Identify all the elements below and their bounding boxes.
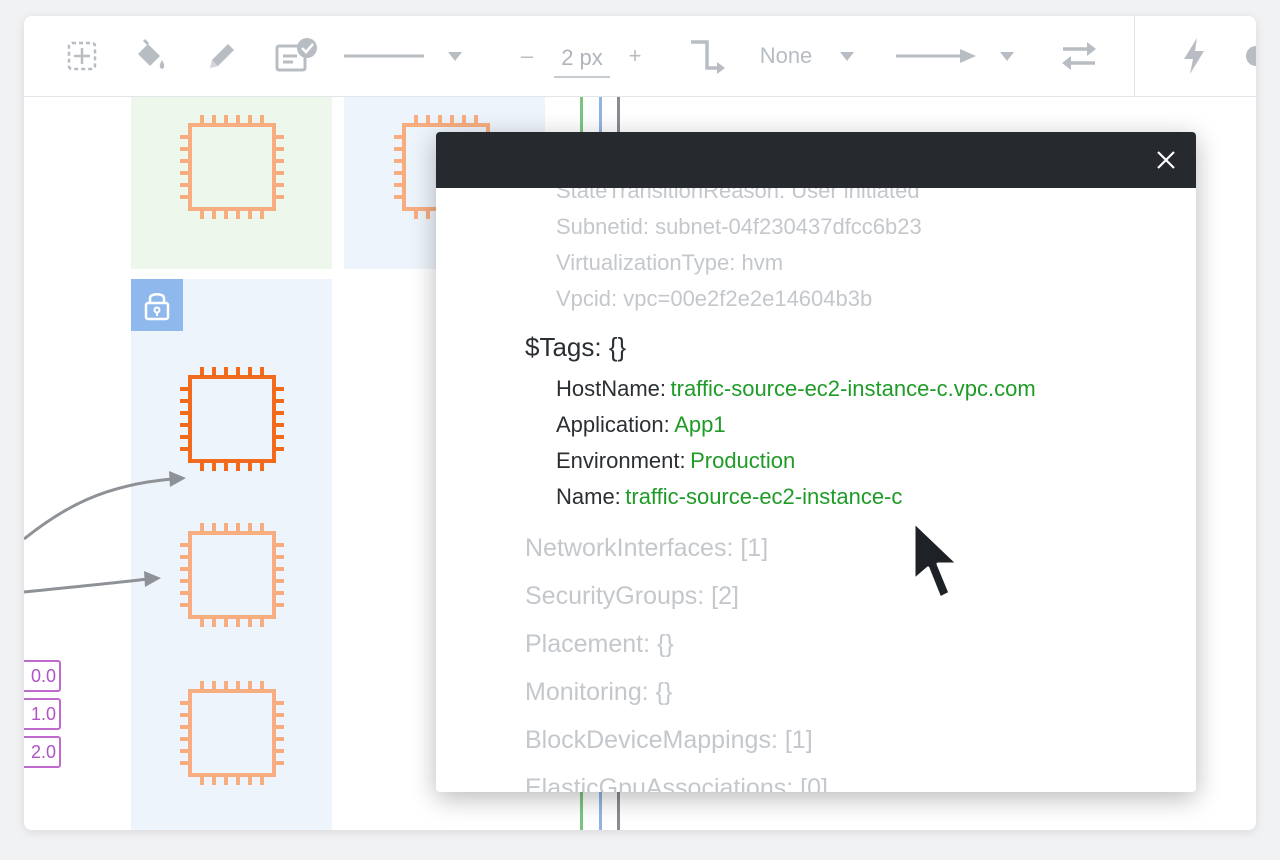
tag-value: App1 (674, 412, 726, 437)
tag-key: Name: (556, 484, 621, 509)
collapsed-section[interactable]: Monitoring: {} (525, 678, 672, 707)
ec2-instance-icon[interactable] (176, 677, 288, 789)
pencil-icon[interactable] (200, 16, 244, 96)
tag-key: Environment: (556, 448, 686, 473)
ec2-instance-icon[interactable] (176, 111, 288, 223)
plus-icon[interactable]: + (622, 16, 648, 96)
crosshair-icon[interactable] (60, 16, 104, 96)
tag-row: Name: traffic-source-ec2-instance-c (556, 484, 902, 510)
collapsed-section[interactable]: Placement: {} (525, 630, 674, 659)
collapsed-section[interactable]: SecurityGroups: [2] (525, 582, 739, 611)
tags-section-title[interactable]: $Tags: {} (525, 332, 626, 363)
stroke-width-input[interactable] (554, 40, 610, 78)
line-style-icon[interactable] (340, 16, 428, 96)
tag-value: traffic-source-ec2-instance-c.vpc.com (670, 376, 1036, 401)
style-check-icon[interactable] (270, 16, 322, 96)
mouse-pointer-icon (912, 520, 960, 600)
chevron-down-icon[interactable] (832, 16, 862, 96)
tag-key: HostName: (556, 376, 667, 401)
swap-icon[interactable] (1054, 16, 1104, 96)
paint-bucket-icon[interactable] (128, 16, 172, 96)
property-row: Vpcid: vpc=00e2f2e2e14604b3b (556, 286, 873, 311)
property-row: Subnetid: subnet-04f230437dfcc6b23 (556, 214, 922, 239)
close-icon[interactable] (1150, 144, 1182, 176)
instance-details-modal: StateTransitionReason: User initiated Su… (436, 132, 1196, 792)
minus-icon[interactable]: – (514, 16, 540, 96)
ip-badge[interactable]: 1.0 (24, 698, 61, 730)
tag-value: Production (690, 448, 796, 473)
tag-row: Environment: Production (556, 448, 795, 474)
collapsed-section[interactable]: BlockDeviceMappings: [1] (525, 726, 813, 755)
property-row: StateTransitionReason: User initiated (556, 188, 920, 203)
lock-icon[interactable] (131, 279, 183, 331)
tag-key: Application: (556, 412, 670, 437)
lightning-icon[interactable] (1174, 16, 1214, 96)
property-row: VirtualizationType: hvm (556, 250, 784, 275)
ip-badge[interactable]: 0.0 (24, 660, 61, 692)
chevron-down-icon[interactable] (440, 16, 470, 96)
connector-elbow-icon[interactable] (684, 16, 734, 96)
modal-body[interactable]: StateTransitionReason: User initiated Su… (436, 188, 1196, 792)
tag-row: Application: App1 (556, 412, 726, 438)
chevron-down-icon[interactable] (992, 16, 1022, 96)
collapsed-section[interactable]: NetworkInterfaces: [1] (525, 534, 768, 563)
tag-value: traffic-source-ec2-instance-c (625, 484, 903, 509)
toolbar-overflow-icon[interactable] (1240, 16, 1256, 96)
traffic-arrow[interactable] (24, 447, 194, 607)
collapsed-section[interactable]: ElasticGpuAssociations: [0] (525, 774, 828, 792)
toolbar-divider (1134, 16, 1135, 96)
arrowhead-start-select[interactable]: None (748, 16, 824, 96)
arrow-line-icon[interactable] (892, 16, 980, 96)
app-window: – + None (24, 16, 1256, 830)
modal-header (436, 132, 1196, 188)
toolbar: – + None (24, 16, 1256, 97)
tag-row: HostName: traffic-source-ec2-instance-c.… (556, 376, 1036, 402)
ip-badge[interactable]: 2.0 (24, 736, 61, 768)
